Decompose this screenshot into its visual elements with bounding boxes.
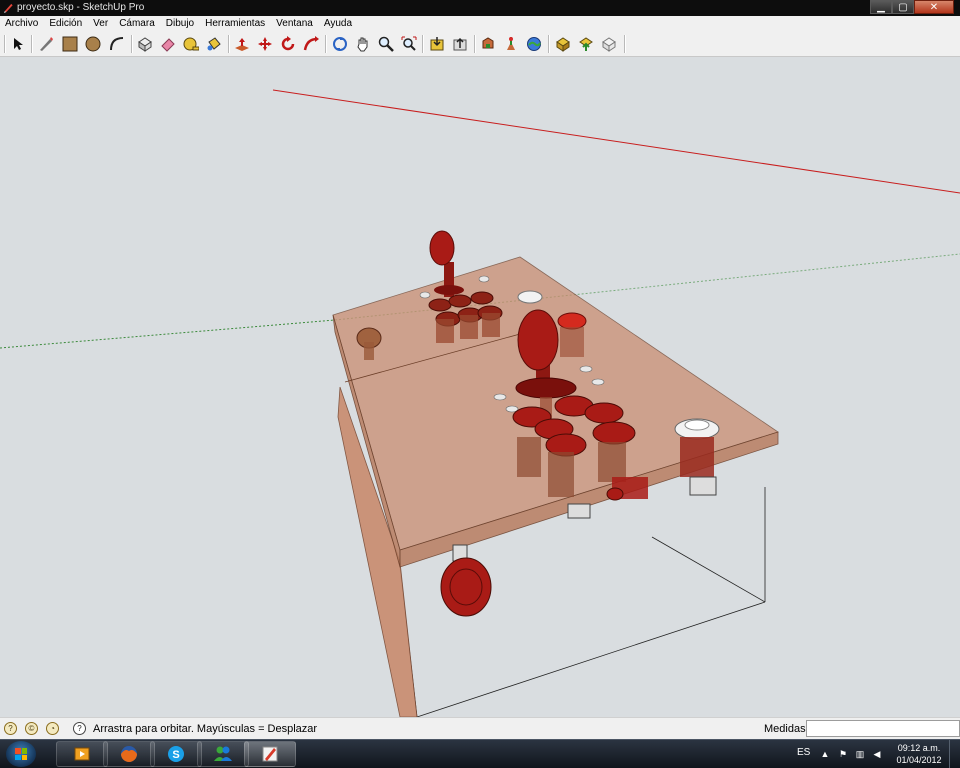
share-component-icon[interactable]: [600, 35, 618, 53]
window-title: proyecto.skp - SketchUp Pro: [17, 2, 145, 13]
windows-taskbar: S ES ▲ ⚑ ▥ ◀ 09:12 a.m. 01/04/2012: [0, 739, 960, 768]
skype-icon: S: [168, 746, 184, 762]
show-hidden-icon[interactable]: ▲: [820, 749, 830, 759]
minimize-button[interactable]: ▁: [870, 0, 892, 14]
pencil-line-icon[interactable]: [37, 35, 55, 53]
system-clock[interactable]: 09:12 a.m. 01/04/2012: [892, 742, 946, 766]
eraser-icon[interactable]: [159, 35, 177, 53]
status-message: Arrastra para orbitar. Mayúsculas = Desp…: [93, 723, 318, 735]
taskbar-skype[interactable]: S: [150, 741, 202, 767]
toolbar-separator: [31, 35, 33, 53]
toolbar: [0, 31, 960, 57]
menu-ayuda[interactable]: Ayuda: [324, 16, 352, 31]
help-icon[interactable]: ◔: [46, 722, 59, 735]
language-indicator[interactable]: ES: [797, 747, 810, 758]
messenger-icon: [214, 746, 232, 761]
pan-icon[interactable]: [354, 35, 372, 53]
toggle-terrain-icon[interactable]: [525, 35, 543, 53]
toolbar-separator: [548, 35, 550, 53]
white-coin-button: [674, 418, 720, 496]
orbit-icon[interactable]: [331, 35, 349, 53]
button-under-panel: [606, 477, 648, 501]
components-icon[interactable]: [577, 35, 595, 53]
rectangle-icon[interactable]: [61, 35, 79, 53]
menu-camara[interactable]: Cámara: [119, 16, 155, 31]
sketchup-app-icon: [3, 3, 13, 13]
add-location-icon[interactable]: [502, 35, 520, 53]
share-model-icon[interactable]: [451, 35, 469, 53]
media-player-icon: [74, 747, 90, 761]
get-models-icon[interactable]: [428, 35, 446, 53]
buttons-player-1: [428, 291, 503, 343]
start-button[interactable]: [6, 741, 36, 767]
menu-edicion[interactable]: Edición: [49, 16, 82, 31]
maximize-button[interactable]: ▢: [892, 0, 914, 14]
toolbar-separator: [624, 35, 626, 53]
close-button[interactable]: ✕: [914, 0, 954, 14]
menu-ver[interactable]: Ver: [93, 16, 108, 31]
circle-icon[interactable]: [84, 35, 102, 53]
tape-measure-icon[interactable]: [182, 35, 200, 53]
microswitch-lower: [567, 503, 591, 519]
volume-icon[interactable]: ◀: [872, 749, 882, 759]
action-center-icon[interactable]: ⚑: [838, 749, 848, 759]
measurements-label: Medidas: [764, 723, 806, 735]
status-bar: ? © ◔ ? Arrastra para orbitar. Mayúscula…: [0, 717, 960, 739]
green-axis-left: [0, 319, 336, 349]
menu-dibujo[interactable]: Dibujo: [166, 16, 194, 31]
start-button-housing: [560, 327, 584, 357]
zoom-icon[interactable]: [377, 35, 395, 53]
clock-time: 09:12 a.m.: [897, 743, 941, 753]
taskbar-sketchup[interactable]: [244, 741, 296, 767]
sketchup-icon: [262, 746, 278, 762]
clock-date: 01/04/2012: [896, 755, 942, 765]
taskbar-messenger[interactable]: [197, 741, 249, 767]
firefox-icon: [121, 746, 137, 762]
select-icon[interactable]: [9, 35, 27, 53]
white-start-button-1: [517, 290, 543, 304]
follow-me-icon[interactable]: [302, 35, 320, 53]
zoom-extents-icon[interactable]: [400, 35, 418, 53]
show-desktop-button[interactable]: [949, 740, 960, 768]
toolbar-separator: [474, 35, 476, 53]
geo-location-icon[interactable]: ?: [4, 722, 17, 735]
move-icon[interactable]: [256, 35, 274, 53]
title-bar: proyecto.skp - SketchUp Pro ▁ ▢ ✕: [0, 0, 960, 16]
taskbar-media-player[interactable]: [56, 741, 108, 767]
arc-icon[interactable]: [108, 35, 126, 53]
make-component-icon[interactable]: [136, 35, 154, 53]
toolbar-separator: [131, 35, 133, 53]
toolbar-separator: [422, 35, 424, 53]
info-icon[interactable]: ?: [73, 722, 86, 735]
google-earth-icon[interactable]: [554, 35, 572, 53]
windows-logo-icon: [15, 748, 27, 760]
rotate-icon[interactable]: [279, 35, 297, 53]
modeling-viewport[interactable]: [0, 57, 960, 717]
measurements-input[interactable]: [806, 720, 960, 737]
toolbar-separator: [228, 35, 230, 53]
menu-archivo[interactable]: Archivo: [5, 16, 38, 31]
red-axis: [272, 89, 960, 194]
toolbar-separator: [325, 35, 327, 53]
model-scene[interactable]: [0, 57, 960, 717]
get-photo-texture-icon[interactable]: [479, 35, 497, 53]
toolbar-separator: [4, 35, 6, 53]
red-start-button: [557, 312, 587, 330]
svg-text:S: S: [172, 749, 179, 761]
taskbar-firefox[interactable]: [103, 741, 155, 767]
menu-ventana[interactable]: Ventana: [276, 16, 313, 31]
credits-icon[interactable]: ©: [25, 722, 38, 735]
paint-bucket-icon[interactable]: [205, 35, 223, 53]
menu-herramientas[interactable]: Herramientas: [205, 16, 265, 31]
menu-bar: Archivo Edición Ver Cámara Dibujo Herram…: [0, 16, 960, 31]
network-icon[interactable]: ▥: [855, 749, 865, 759]
push-pull-icon[interactable]: [233, 35, 251, 53]
window-controls: ▁ ▢ ✕: [870, 0, 954, 15]
hanging-button: [440, 544, 492, 617]
